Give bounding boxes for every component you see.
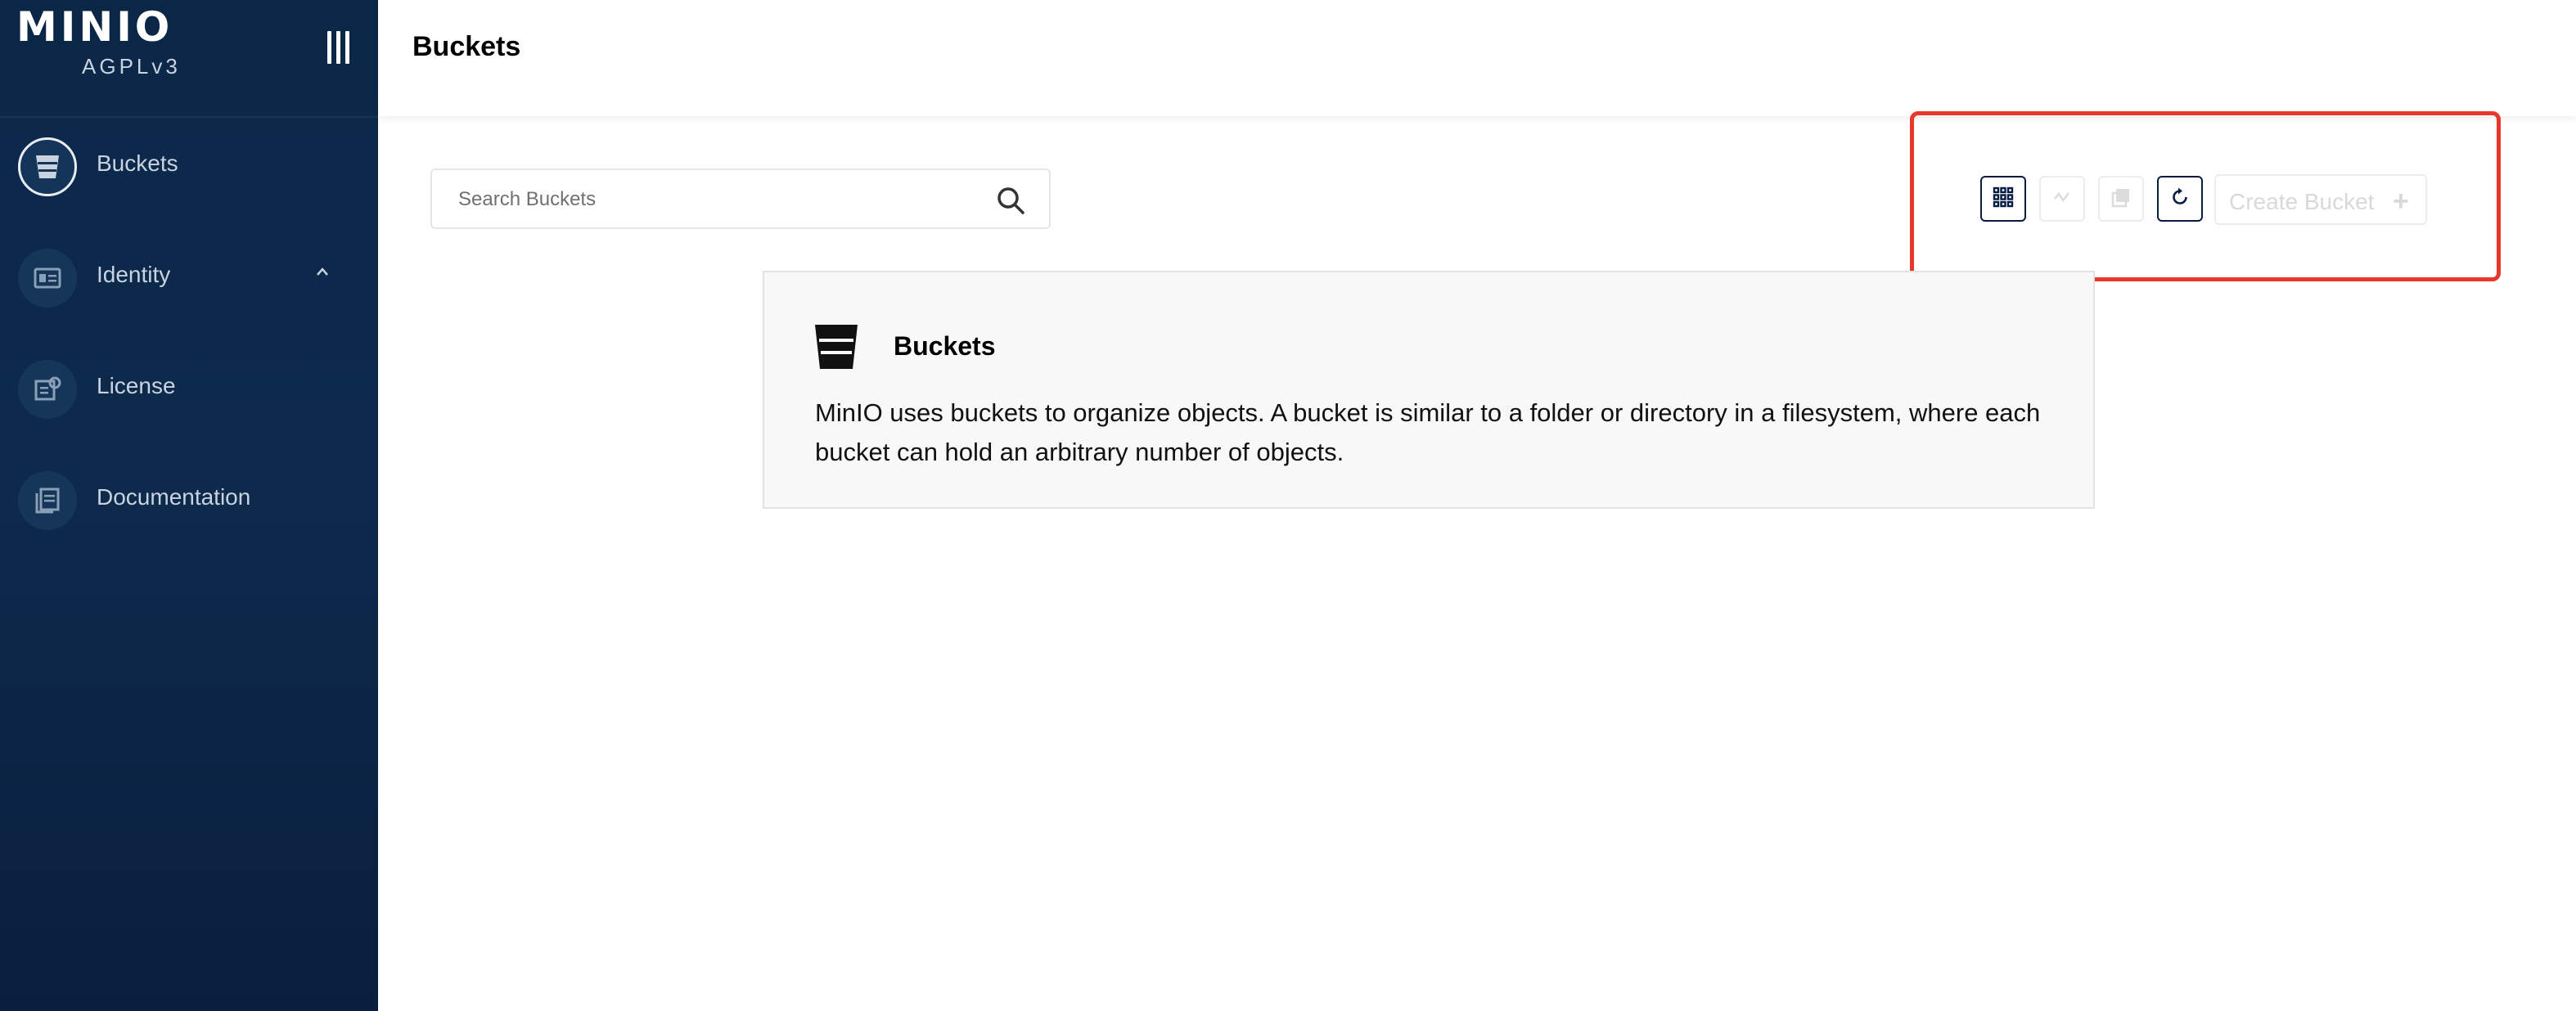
sidebar-item-buckets[interactable]: Buckets — [0, 126, 378, 208]
license-edition: AGPLv3 — [82, 54, 181, 79]
sidebar-item-license[interactable]: License — [0, 348, 378, 430]
search-input[interactable] — [457, 170, 984, 229]
sidebar-item-label: Documentation — [97, 484, 251, 510]
sidebar-item-label: Identity — [97, 262, 171, 287]
search-bar — [430, 168, 1051, 229]
sidebar: MINIO AGPLv3 Buckets Identity License Do… — [0, 0, 378, 1011]
search-icon[interactable] — [995, 185, 1026, 216]
bucket-icon — [813, 323, 859, 371]
page-header: Buckets — [378, 0, 2576, 116]
bucket-icon — [18, 137, 77, 196]
license-icon — [18, 360, 77, 419]
minio-logo: MINIO — [16, 3, 173, 51]
logo-area: MINIO AGPLv3 — [0, 0, 378, 118]
highlight-box — [1910, 111, 2501, 281]
buckets-info-card: Buckets MinIO uses buckets to organize o… — [763, 271, 2095, 509]
sidebar-item-identity[interactable]: Identity — [0, 237, 378, 319]
sidebar-item-label: License — [97, 373, 176, 398]
info-text: MinIO uses buckets to organize objects. … — [815, 398, 2041, 466]
page-title: Buckets — [412, 31, 521, 62]
info-title: Buckets — [894, 331, 996, 361]
documentation-icon — [18, 471, 77, 530]
sidebar-item-label: Buckets — [97, 151, 178, 176]
id-card-icon — [18, 249, 77, 308]
collapse-sidebar-button[interactable] — [326, 31, 352, 64]
sidebar-item-documentation[interactable]: Documentation — [0, 460, 378, 541]
chevron-up-icon[interactable] — [316, 260, 329, 281]
